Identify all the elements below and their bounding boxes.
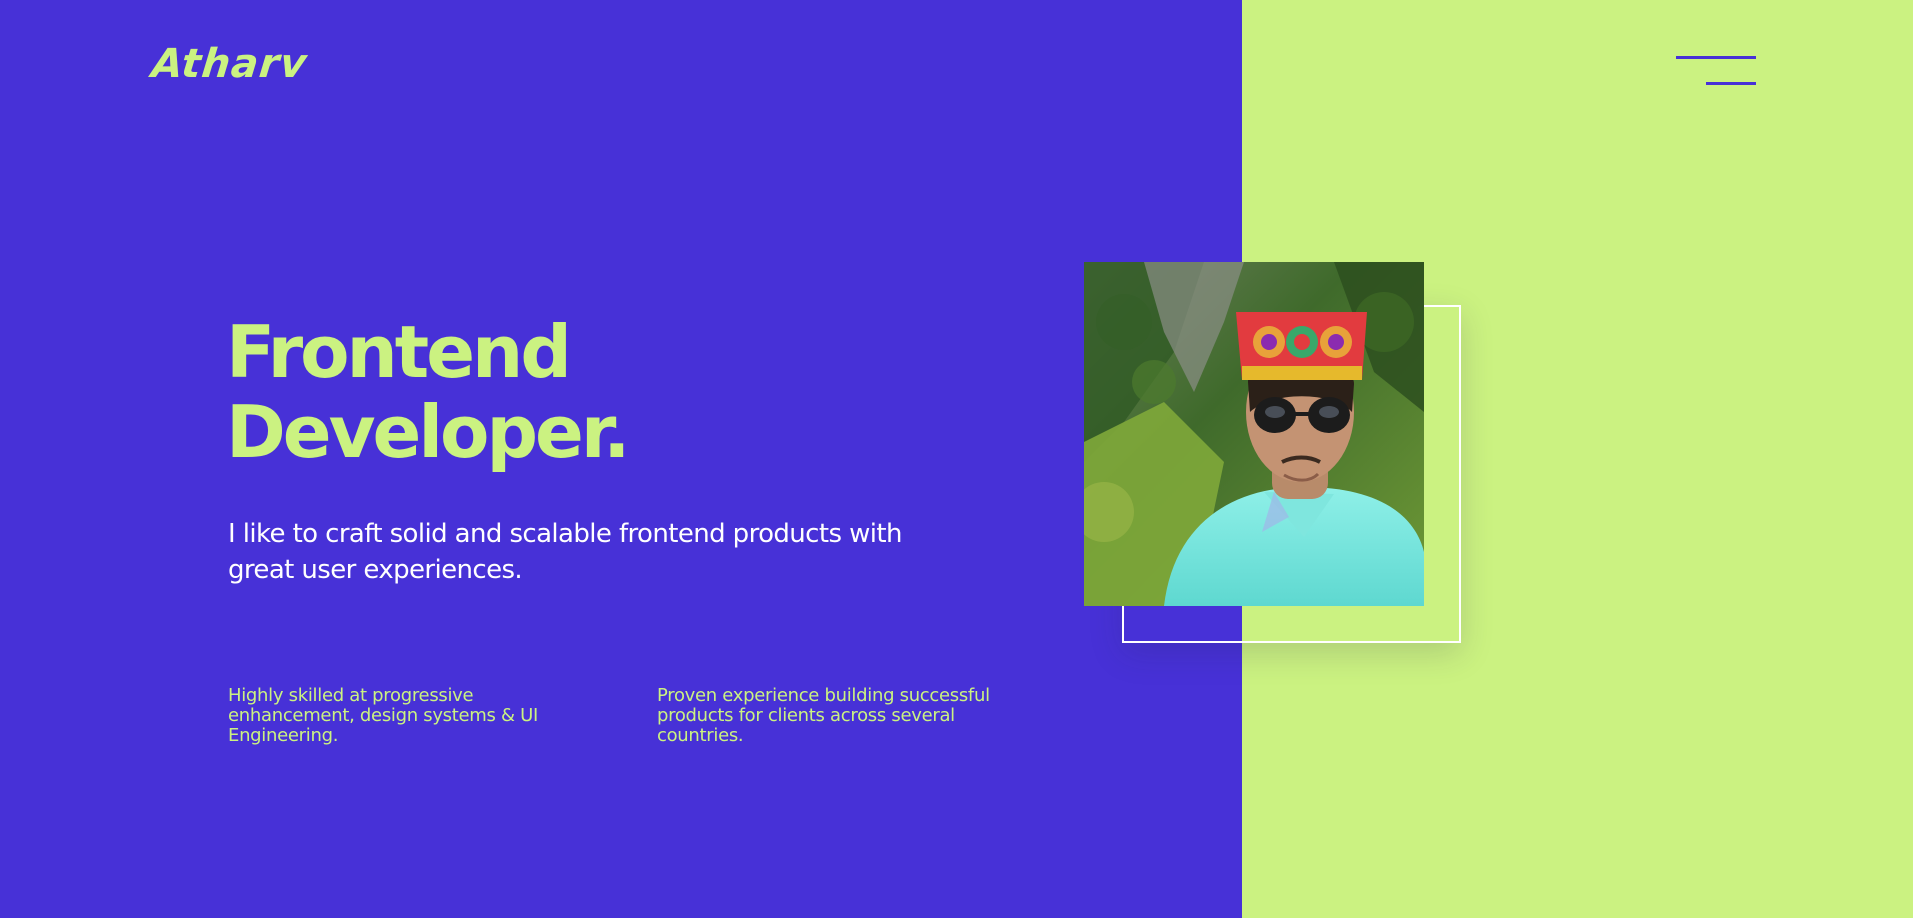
menu-button[interactable]	[1670, 50, 1756, 90]
menu-line-bottom	[1706, 82, 1756, 85]
page: Atharv Frontend Developer. I like to cra…	[0, 0, 1913, 918]
logo[interactable]: Atharv	[150, 41, 310, 87]
hero-title-line-1: Frontend	[226, 310, 572, 394]
feature-text-2: Proven experience building successful pr…	[657, 685, 990, 746]
hero-subtitle: I like to craft solid and scalable front…	[228, 519, 902, 585]
portrait-image	[1084, 262, 1424, 606]
hero-title-line-2: Developer.	[226, 390, 630, 474]
menu-line-top	[1676, 56, 1756, 59]
feature-text-1: Highly skilled at progressive enhancemen…	[228, 685, 539, 746]
profile-photo	[1084, 262, 1424, 606]
hero-title: Frontend Developer.	[226, 310, 630, 474]
